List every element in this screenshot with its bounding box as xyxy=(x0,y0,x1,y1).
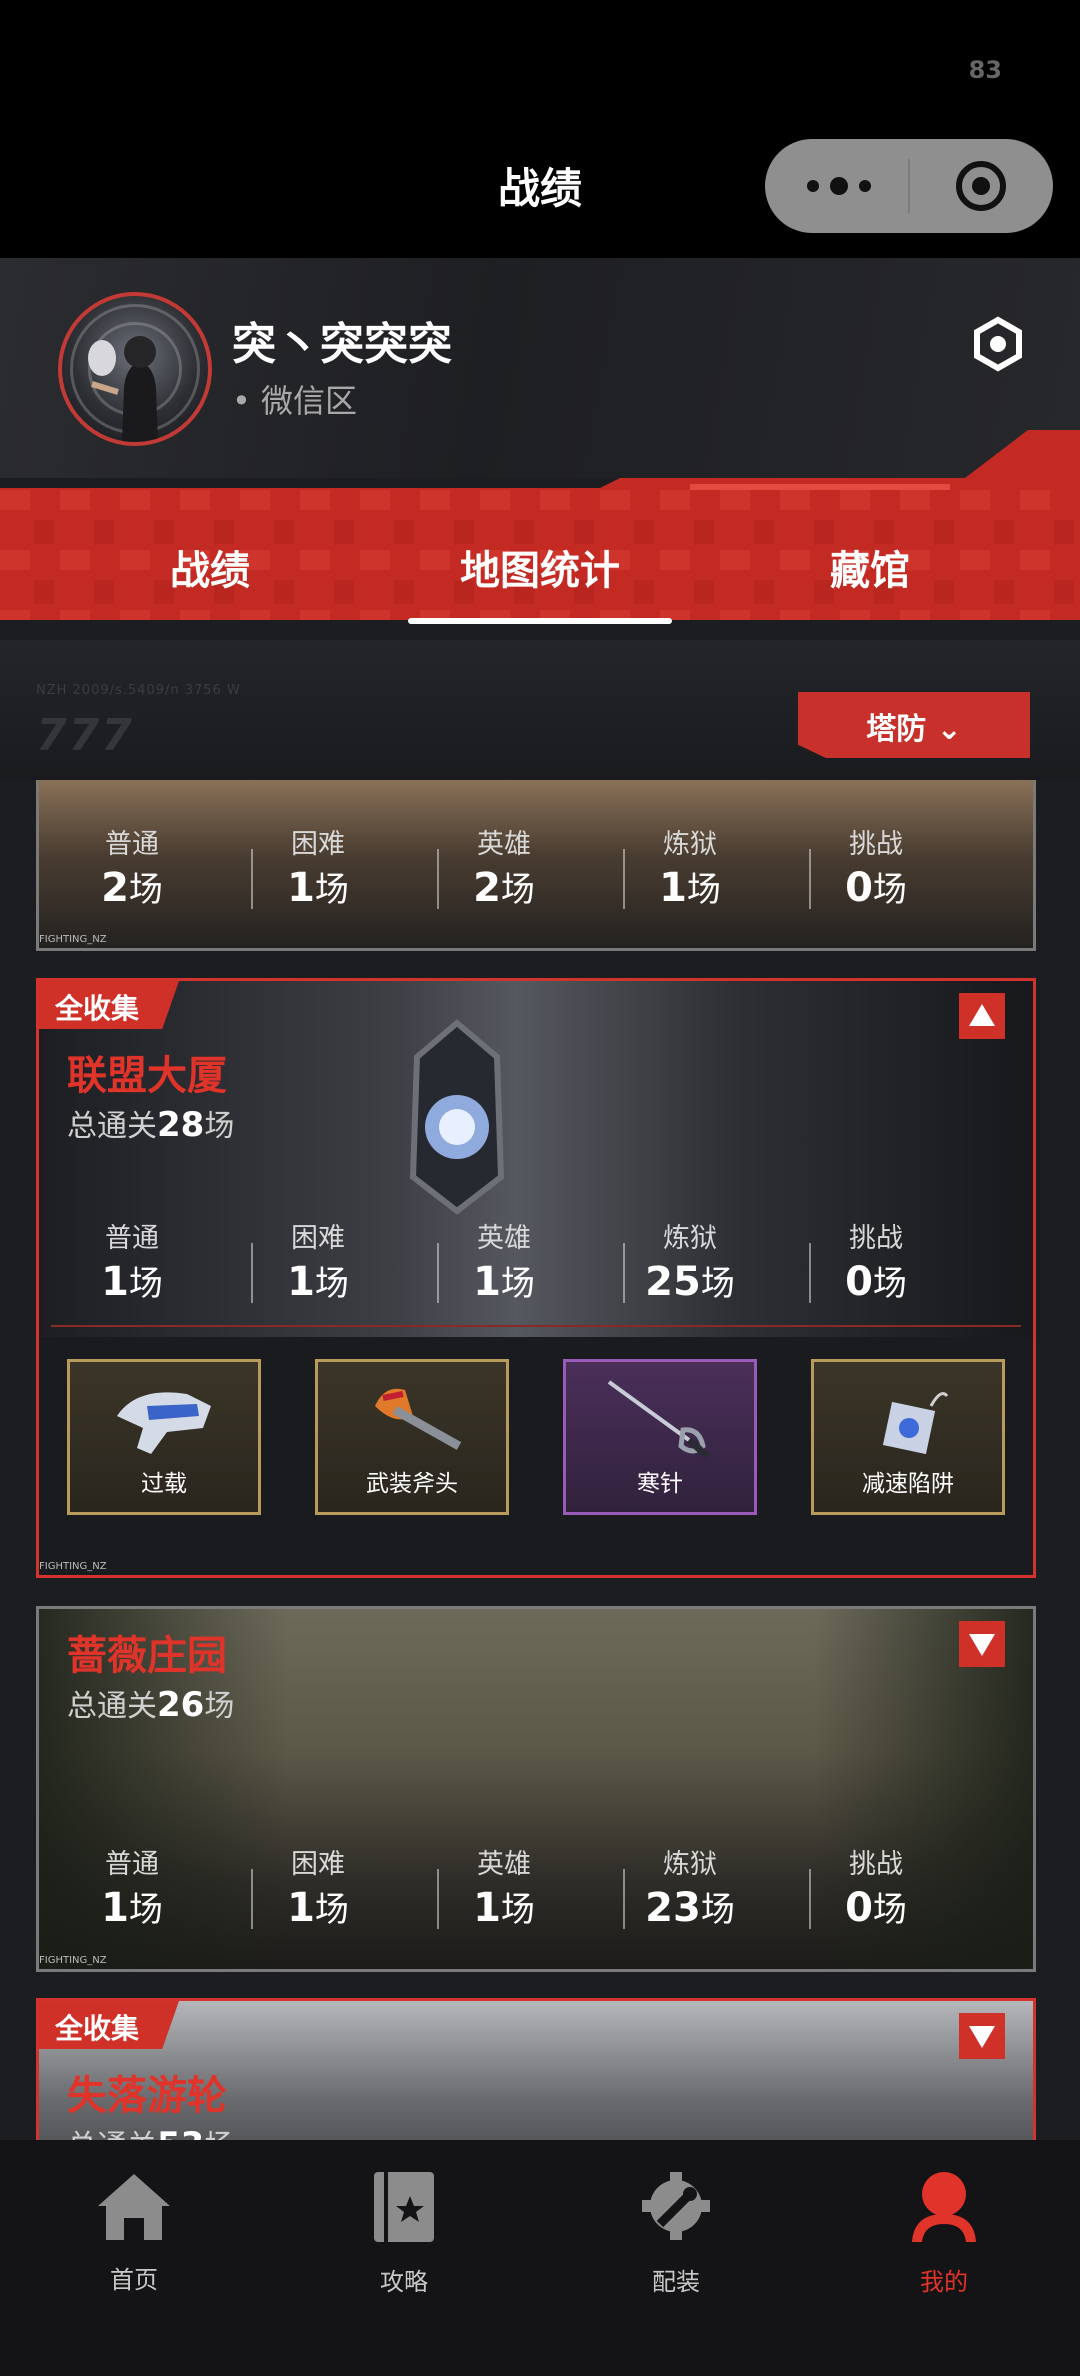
card-tagline: FIGHTING_NZ xyxy=(39,934,107,945)
chevron-down-icon: ⌄ xyxy=(936,712,962,747)
total-clears: 总通关53场 xyxy=(67,2121,234,2140)
map-card[interactable]: 普通 2场 困难 1场 英雄 2场 炼狱 1场 挑战 0场 FIGHTING_NZ xyxy=(36,780,1036,951)
map-card-rose-manor[interactable]: 蔷薇庄园 总通关26场 普通 1场 困难 1场 英雄 1场 炼狱 23场 挑战 0场 FI… xyxy=(36,1606,1036,1972)
stat-hard: 困难 1场 xyxy=(287,1849,349,1931)
decor-code: NZH 2009/s.5409/n 3756 W xyxy=(36,683,241,698)
stat-normal: 普通 2场 xyxy=(101,829,163,911)
stat-hard: 困难 1场 xyxy=(287,1223,349,1305)
collapse-toggle-icon[interactable] xyxy=(959,993,1005,1039)
overload-gun-icon xyxy=(117,1392,211,1454)
map-name: 联盟大厦 xyxy=(67,1053,227,1099)
stat-purgatory: 炼狱 25场 xyxy=(645,1223,735,1305)
stat-purgatory: 炼狱 1场 xyxy=(659,829,721,911)
decor-mark: 777 xyxy=(36,710,134,761)
battle-axe-icon xyxy=(375,1388,462,1450)
slow-trap-icon xyxy=(882,1392,949,1455)
difficulty-stats: 普通 1场 困难 1场 英雄 1场 炼狱 23场 挑战 0场 xyxy=(39,1847,1033,1947)
guide-book-icon xyxy=(374,2172,434,2242)
tab-band xyxy=(0,430,1080,620)
stat-normal: 普通 1场 xyxy=(101,1849,163,1931)
reward-overload[interactable]: 过载 xyxy=(67,1359,261,1515)
total-clears: 总通关28场 xyxy=(67,1105,235,1145)
avatar[interactable] xyxy=(58,292,212,446)
map-name: 蔷薇庄园 xyxy=(67,1633,227,1679)
reward-slow-trap[interactable]: 减速陷阱 xyxy=(811,1359,1005,1515)
stat-challenge: 挑战 0场 xyxy=(845,1849,907,1931)
total-clears: 总通关26场 xyxy=(67,1685,235,1725)
rapier-icon xyxy=(607,1380,710,1459)
stat-hard: 困难 1场 xyxy=(287,829,349,911)
full-collection-badge: 全收集 xyxy=(39,981,179,1029)
portal-artwork xyxy=(409,1019,505,1215)
stat-challenge: 挑战 0场 xyxy=(845,1223,907,1305)
status-number: 83 xyxy=(968,56,1002,84)
difficulty-stats: 普通 1场 困难 1场 英雄 1场 炼狱 25场 挑战 0场 xyxy=(39,1221,1033,1321)
wrench-gear-icon xyxy=(642,2172,710,2240)
active-tab-indicator xyxy=(408,618,672,624)
map-name: 失落游轮 xyxy=(67,2073,227,2119)
stat-hero: 英雄 1场 xyxy=(473,1849,535,1931)
mode-filter-dropdown[interactable]: 塔防 ⌄ xyxy=(798,692,1030,758)
card-tagline: FIGHTING_NZ xyxy=(39,1955,107,1966)
mini-program-capsule xyxy=(765,139,1053,233)
difficulty-stats: 普通 2场 困难 1场 英雄 2场 炼狱 1场 挑战 0场 xyxy=(39,827,1033,927)
full-collection-badge: 全收集 xyxy=(39,2001,179,2049)
expand-toggle-icon[interactable] xyxy=(959,2013,1005,2059)
profile-icon xyxy=(912,2172,976,2242)
home-icon xyxy=(98,2174,170,2240)
map-list[interactable]: 普通 2场 困难 1场 英雄 2场 炼狱 1场 挑战 0场 FIGHTING_NZ 全收集… xyxy=(0,780,1080,2140)
username: 突丶突突突 xyxy=(232,319,452,370)
more-dots-icon[interactable] xyxy=(807,177,871,195)
tab-collection[interactable]: 藏馆 xyxy=(740,538,1000,596)
hexagon-settings-icon[interactable] xyxy=(968,314,1028,374)
tab-record[interactable]: 战绩 xyxy=(80,538,340,596)
reward-rapier[interactable]: 寒针 xyxy=(563,1359,757,1515)
tab-map-stats[interactable]: 地图统计 xyxy=(410,538,670,596)
stat-normal: 普通 1场 xyxy=(101,1223,163,1305)
stat-challenge: 挑战 0场 xyxy=(845,829,907,911)
map-card-lost-cruise[interactable]: 全收集 失落游轮 总通关53场 xyxy=(36,1998,1036,2140)
stat-hero: 英雄 1场 xyxy=(473,1223,535,1305)
close-target-icon[interactable] xyxy=(955,160,1007,212)
map-card-alliance-tower[interactable]: 全收集 联盟大厦 总通关28场 普通 1场 困难 1场 英雄 1场 炼狱 25场 挑战 0… xyxy=(36,978,1036,1578)
filter-label: 塔防 xyxy=(866,712,927,747)
region-label: • 微信区 xyxy=(232,382,358,420)
stat-purgatory: 炼狱 23场 xyxy=(645,1849,735,1931)
card-tagline: FIGHTING_NZ xyxy=(39,1561,107,1572)
stat-hero: 英雄 2场 xyxy=(473,829,535,911)
reward-battle-axe[interactable]: 武装斧头 xyxy=(315,1359,509,1515)
expand-toggle-icon[interactable] xyxy=(959,1621,1005,1667)
